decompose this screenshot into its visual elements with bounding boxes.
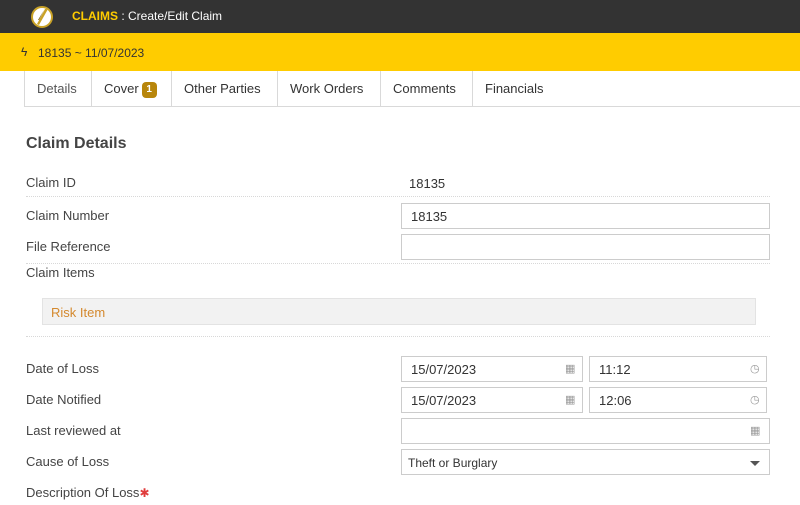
claim-id-label: Claim ID xyxy=(26,175,76,190)
tab-label: Details xyxy=(37,81,77,96)
page-heading: CLAIMS : Create/Edit Claim xyxy=(72,9,222,23)
chevron-down-icon xyxy=(750,461,760,466)
calendar-icon[interactable]: ▦ xyxy=(565,394,575,406)
tab-comments[interactable]: Comments xyxy=(381,71,473,106)
date-of-loss-date-input[interactable] xyxy=(401,356,583,382)
date-of-loss-label: Date of Loss xyxy=(26,361,99,376)
divider xyxy=(26,196,770,197)
date-of-loss-time-input[interactable] xyxy=(589,356,767,382)
page-title: Create/Edit Claim xyxy=(128,9,223,23)
section-title: Claim Details xyxy=(26,135,127,152)
select-value: Theft or Burglary xyxy=(408,456,498,470)
last-reviewed-label: Last reviewed at xyxy=(26,423,121,438)
tab-cover[interactable]: Cover 1 xyxy=(92,71,172,106)
calendar-icon[interactable]: ▦ xyxy=(750,425,760,437)
cause-of-loss-select[interactable]: Theft or Burglary xyxy=(401,449,770,475)
last-reviewed-input[interactable] xyxy=(401,418,770,444)
tab-label: Work Orders xyxy=(290,81,364,96)
record-reference: 18135 ~ 11/07/2023 xyxy=(38,46,145,60)
title-separator: : xyxy=(118,9,129,23)
tab-other-parties[interactable]: Other Parties xyxy=(172,71,278,106)
tab-label: Financials xyxy=(485,81,544,96)
risk-item-link[interactable]: Risk Item xyxy=(51,305,105,320)
calendar-icon[interactable]: ▦ xyxy=(565,363,575,375)
claim-items-label: Claim Items xyxy=(26,265,95,280)
divider xyxy=(26,336,770,337)
app-header: CLAIMS : Create/Edit Claim xyxy=(0,0,800,33)
record-context-bar: ϟ 18135 ~ 11/07/2023 xyxy=(0,33,800,71)
date-notified-date-input[interactable] xyxy=(401,387,583,413)
tab-bar: Details Cover 1 Other Parties Work Orders… xyxy=(24,71,800,107)
tab-details[interactable]: Details xyxy=(25,71,92,106)
tab-work-orders[interactable]: Work Orders xyxy=(278,71,381,106)
lightning-icon: ϟ xyxy=(21,45,28,59)
file-reference-input[interactable] xyxy=(401,234,770,260)
description-of-loss-label: Description Of Loss✱ xyxy=(26,485,150,500)
divider xyxy=(26,263,770,264)
tab-label: Comments xyxy=(393,81,456,96)
logo-quill-icon xyxy=(37,9,48,25)
cover-count-badge: 1 xyxy=(141,82,157,98)
file-reference-label: File Reference xyxy=(26,239,111,254)
risk-item-row[interactable]: Risk Item xyxy=(42,298,756,325)
description-of-loss-text: Description Of Loss xyxy=(26,485,140,500)
tab-financials[interactable]: Financials xyxy=(473,71,563,106)
app-logo[interactable] xyxy=(31,6,53,28)
cause-of-loss-label: Cause of Loss xyxy=(26,454,110,469)
date-notified-label: Date Notified xyxy=(26,392,102,407)
claim-number-input[interactable] xyxy=(401,203,770,229)
tab-label: Cover xyxy=(104,81,139,96)
date-notified-time-input[interactable] xyxy=(589,387,767,413)
tab-label: Other Parties xyxy=(184,81,261,96)
claim-number-label: Claim Number xyxy=(26,208,110,223)
clock-icon[interactable]: ◷ xyxy=(750,363,760,375)
claim-id-value: 18135 xyxy=(409,176,446,191)
clock-icon[interactable]: ◷ xyxy=(750,394,760,406)
required-asterisk-icon: ✱ xyxy=(139,486,150,500)
app-name[interactable]: CLAIMS xyxy=(72,9,118,23)
